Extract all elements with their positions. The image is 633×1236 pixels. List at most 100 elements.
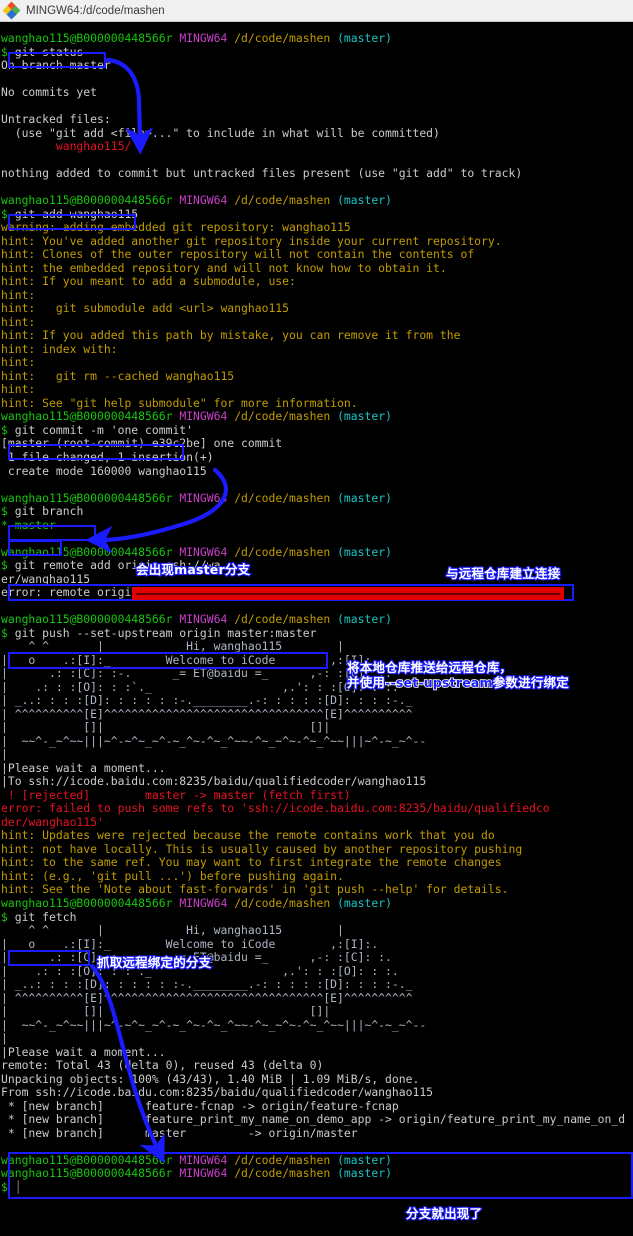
- terminal-hint-line: hint: If you added this path by mistake,…: [1, 328, 461, 343]
- terminal-output-line: error: remote origin already exists.: [1, 585, 248, 600]
- terminal-output-line: From ssh://icode.baidu.com:8235/baidu/qu…: [1, 1085, 434, 1100]
- window-titlebar: MINGW64:/d/code/mashen: [0, 0, 633, 22]
- prompt-shell: MINGW64: [179, 1152, 228, 1167]
- prompt-user: wanghao115@B000000448566r: [1, 193, 173, 208]
- prompt-shell: MINGW64: [179, 31, 228, 45]
- terminal-hint-line: hint: index with:: [1, 341, 118, 356]
- terminal-output-line: * [new branch] feature-fcnap -> origin/f…: [1, 1098, 399, 1113]
- terminal-hint-line: hint: You've added another git repositor…: [1, 233, 502, 248]
- terminal-error-line: error: failed to push some refs to 'ssh:…: [1, 801, 550, 816]
- terminal-hint-line: hint: (e.g., 'git pull ...') before push…: [1, 868, 344, 883]
- prompt-branch: (master): [337, 612, 392, 627]
- terminal-ascii-art-line: | .: : :[O]: : :`._ ,.': : :[O]: : :.: [1, 963, 399, 978]
- window-title: MINGW64:/d/code/mashen: [26, 4, 165, 17]
- prompt-sigil: $: [1, 504, 15, 519]
- terminal-hint-line: hint: the embedded repository and will n…: [1, 260, 447, 275]
- terminal-output-line: remote: Total 43 (delta 0), reused 43 (d…: [1, 1058, 324, 1073]
- terminal-command-text: git status: [14, 44, 84, 59]
- terminal-hint-line: hint: not have locally. This is usually …: [1, 841, 523, 856]
- terminal-input-line[interactable]: $ │: [1, 1179, 633, 1195]
- terminal-ascii-art-line: | ~~^-_~^~~|||~^-~^~_~^-~_^~-^~_^~~-^~_~…: [1, 1017, 427, 1032]
- prompt-path: /d/code/mashen: [234, 193, 331, 208]
- terminal-output-line: [master (root-commit) e39c2be] one commi…: [1, 436, 283, 451]
- terminal-output-line: * [new branch] master -> origin/master: [1, 1125, 358, 1140]
- terminal-prompt-line: wanghao115@B000000448566r MINGW64 /d/cod…: [1, 544, 633, 560]
- prompt-branch: (master): [337, 31, 392, 45]
- prompt-shell: MINGW64: [179, 544, 228, 559]
- terminal-cursor: │: [14, 1179, 22, 1194]
- terminal-command-text: git add wanghao115: [14, 206, 139, 221]
- terminal-output-line: 1 file changed, 1 insertion(+): [1, 449, 214, 464]
- terminal-command-text: git remote add origin ssh://wa: [14, 558, 221, 573]
- terminal-hint-line: hint: git submodule add <url> wanghao115: [1, 301, 290, 316]
- terminal-ascii-art-line: | .: :[C]: :-. _= ET@baidu =_ ,-: :[C]: …: [1, 950, 392, 965]
- prompt-path: /d/code/mashen: [234, 409, 331, 424]
- prompt-path: /d/code/mashen: [234, 612, 331, 627]
- prompt-branch: (master): [337, 1152, 392, 1167]
- prompt-user: wanghao115@B000000448566r: [1, 31, 173, 45]
- terminal-ascii-art-line: ^ ^ | Hi, wanghao115 |: [1, 639, 344, 654]
- terminal-command-line[interactable]: $ git fetch: [1, 910, 633, 925]
- terminal-output-line: nothing added to commit but untracked fi…: [1, 166, 523, 181]
- terminal-command-text: git push --set-upstream origin master:ma…: [14, 625, 317, 640]
- terminal-prompt-line: wanghao115@B000000448566r MINGW64 /d/cod…: [1, 1167, 633, 1181]
- terminal-command-line[interactable]: $ git commit -m 'one commit': [1, 422, 633, 438]
- prompt-shell: MINGW64: [179, 612, 228, 627]
- prompt-shell: MINGW64: [179, 193, 228, 208]
- terminal-output-line: On branch master: [1, 58, 111, 73]
- prompt-user: wanghao115@B000000448566r: [1, 1152, 173, 1167]
- prompt-path: /d/code/mashen: [234, 896, 331, 910]
- prompt-branch: (master): [337, 544, 392, 559]
- terminal-ascii-art-line: | _..: : : :[D]: : : : : :-.________.-: …: [1, 693, 413, 708]
- terminal-ascii-art-line: |: [1, 1031, 8, 1046]
- prompt-sigil: $: [1, 422, 15, 437]
- prompt-branch: (master): [337, 490, 392, 505]
- terminal-command-line[interactable]: $ git status: [1, 44, 633, 60]
- terminal-command-line[interactable]: $ git branch: [1, 504, 633, 519]
- terminal-error-line: ! [rejected] master -> master (fetch fir…: [1, 787, 351, 802]
- terminal-output[interactable]: wanghao115@B000000448566r MINGW64 /d/cod…: [0, 22, 633, 1236]
- terminal-hint-line: hint: to the same ref. You may want to f…: [1, 855, 502, 870]
- prompt-path: /d/code/mashen: [234, 1152, 331, 1167]
- git-bash-icon: [2, 1, 21, 19]
- prompt-path: /d/code/mashen: [234, 544, 331, 559]
- terminal-ascii-art-line: | o .:[I]:_ Welcome to iCode ,:[I]:.: [1, 652, 379, 667]
- prompt-branch: (master): [337, 896, 392, 910]
- terminal-prompt-line: wanghao115@B000000448566r MINGW64 /d/cod…: [1, 410, 633, 424]
- terminal-prompt-line: wanghao115@B000000448566r MINGW64 /d/cod…: [1, 612, 633, 627]
- terminal-ascii-art-line: | .: : :[O]: : :`._ ,.': : :[O]: : :.: [1, 679, 399, 694]
- terminal-ascii-art-line: | o .:[I]:_ Welcome to iCode ,:[I]:.: [1, 936, 379, 951]
- terminal-command-text: git branch: [14, 504, 84, 519]
- prompt-user: wanghao115@B000000448566r: [1, 409, 173, 424]
- prompt-user: wanghao115@B000000448566r: [1, 612, 173, 627]
- terminal-prompt-line: wanghao115@B000000448566r MINGW64 /d/cod…: [1, 193, 633, 208]
- terminal-hint-line: hint: See "git help submodule" for more …: [1, 395, 358, 410]
- terminal-command-line[interactable]: $ git add wanghao115: [1, 206, 633, 222]
- terminal-ascii-art-line: | .: :[C]: :-. _= ET@baidu =_ ,-: :[C]: …: [1, 666, 392, 681]
- terminal-ascii-art-line: | ^^^^^^^^^^[E]^^^^^^^^^^^^^^^^^^^^^^^^^…: [1, 990, 413, 1005]
- terminal-hint-line: hint: See the 'Note about fast-forwards'…: [1, 882, 509, 897]
- terminal-command-line[interactable]: $ git remote add origin ssh://wa: [1, 558, 633, 573]
- terminal-command-line[interactable]: $ git push --set-upstream origin master:…: [1, 625, 633, 641]
- prompt-sigil: $: [1, 44, 15, 59]
- terminal-output-line: Untracked files:: [1, 112, 111, 127]
- terminal-prompt-line: wanghao115@B000000448566r MINGW64 /d/cod…: [1, 31, 633, 46]
- terminal-prompt-line: wanghao115@B000000448566r MINGW64 /d/cod…: [1, 896, 633, 911]
- terminal-error-line: der/wanghao115': [1, 814, 104, 829]
- prompt-sigil: $: [1, 625, 15, 640]
- terminal-output-line: |Please wait a moment...: [1, 760, 166, 775]
- terminal-ascii-art-line: | ~~^-_~^~~|||~^-~^~_~^-~_^~-^~_^~~-^~_~…: [1, 733, 427, 748]
- prompt-branch: (master): [337, 1166, 392, 1181]
- terminal-hint-line: hint: If you meant to add a submodule, u…: [1, 274, 296, 289]
- prompt-shell: MINGW64: [179, 409, 228, 424]
- terminal-hint-line: hint: Updates were rejected because the …: [1, 828, 495, 843]
- prompt-user: wanghao115@B000000448566r: [1, 490, 173, 505]
- terminal-output-line: er/wanghao115: [1, 571, 91, 586]
- terminal-hint-line: hint: git rm --cached wanghao115: [1, 368, 235, 383]
- terminal-ascii-art-line: |: [1, 747, 8, 762]
